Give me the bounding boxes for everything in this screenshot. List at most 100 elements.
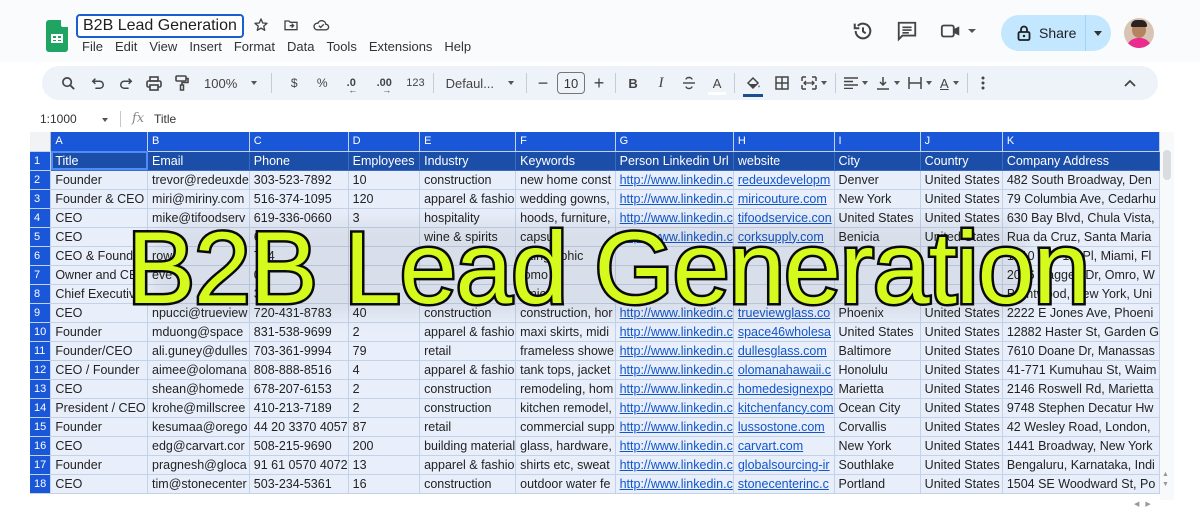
cell[interactable]: 1504 SE Woodward St, Po <box>1002 474 1160 494</box>
cell[interactable]: CEO / Founder <box>50 360 149 380</box>
column-header-a[interactable]: A <box>50 132 149 152</box>
link-cell[interactable]: homedesignexpo <box>733 379 835 399</box>
cell[interactable]: CEO <box>50 208 149 228</box>
cell[interactable]: 79 Columbia Ave, Cedarhu <box>1002 189 1160 209</box>
cell[interactable]: 703-361-9994 <box>249 341 349 361</box>
cell[interactable]: 482 South Broadway, Den <box>1002 170 1160 190</box>
text-wrapping-icon[interactable] <box>908 71 933 95</box>
header-cell[interactable]: Employees <box>348 151 421 171</box>
increase-font-size-button[interactable]: + <box>591 71 607 95</box>
cell[interactable]: 516-374-1095 <box>249 189 349 209</box>
bold-button[interactable]: B <box>624 71 642 95</box>
decrease-decimal-button[interactable]: .0 ← <box>340 71 362 95</box>
borders-icon[interactable] <box>773 71 791 95</box>
cell[interactable]: 42 Wesley Road, London, <box>1002 417 1160 437</box>
cell[interactable]: apparel & fashio <box>419 455 517 475</box>
cell[interactable]: CEO <box>50 227 149 247</box>
search-menus-icon[interactable] <box>58 71 78 95</box>
cell[interactable]: apparel & fashio <box>419 189 517 209</box>
cell[interactable]: 2 <box>348 398 421 418</box>
cell[interactable]: Founder <box>50 455 149 475</box>
comments-icon[interactable] <box>894 18 920 44</box>
header-cell[interactable]: Keywords <box>515 151 616 171</box>
font-family-select[interactable]: Defaul... <box>446 71 515 95</box>
cell[interactable]: CEO <box>50 436 149 456</box>
collapse-toolbar-icon[interactable] <box>1122 71 1138 95</box>
cell[interactable]: maxi skirts, midi <box>515 322 616 342</box>
cell[interactable]: trevor@redeuxde <box>147 170 250 190</box>
version-history-icon[interactable] <box>850 18 876 44</box>
row-header[interactable]: 12 <box>30 360 52 380</box>
column-header-i[interactable]: I <box>834 132 921 152</box>
row-header[interactable]: 15 <box>30 417 52 437</box>
link-cell[interactable]: http://www.linkedin.c <box>615 455 734 475</box>
row-header[interactable]: 14 <box>30 398 52 418</box>
cell[interactable]: construction <box>419 170 517 190</box>
header-cell[interactable]: Person Linkedin Url <box>615 151 734 171</box>
cell[interactable]: retail <box>419 417 517 437</box>
cell[interactable]: krohe@millscree <box>147 398 250 418</box>
merge-cells-icon[interactable] <box>801 71 828 95</box>
cell[interactable]: United States <box>920 360 1003 380</box>
cell[interactable]: United States <box>920 398 1003 418</box>
share-button[interactable]: Share <box>1001 15 1111 51</box>
cell[interactable]: 508-215-9690 <box>249 436 349 456</box>
cell[interactable]: United States <box>920 322 1003 342</box>
cell[interactable]: Portland <box>834 474 921 494</box>
cell[interactable]: New York <box>834 189 921 209</box>
cell[interactable]: CEO <box>50 474 149 494</box>
cell[interactable]: Chief Executive <box>50 284 149 304</box>
cell[interactable]: 10 <box>348 170 421 190</box>
menu-edit[interactable]: Edit <box>115 39 137 54</box>
text-color-button[interactable]: A <box>708 71 727 95</box>
cell[interactable]: wedding gowns, <box>515 189 616 209</box>
cell[interactable]: tank tops, jacket <box>515 360 616 380</box>
row-header[interactable]: 18 <box>30 474 52 494</box>
cell[interactable]: United States <box>920 474 1003 494</box>
cell[interactable]: Owner and CEO <box>50 265 149 285</box>
link-cell[interactable]: http://www.linkedin.c <box>615 322 734 342</box>
link-cell[interactable]: http://www.linkedin.c <box>615 360 734 380</box>
document-title-input[interactable]: B2B Lead Generation <box>76 14 244 38</box>
link-cell[interactable]: lussostone.com <box>733 417 835 437</box>
link-cell[interactable]: http://www.linkedin.c <box>615 379 734 399</box>
cell[interactable]: United States <box>920 436 1003 456</box>
row-header[interactable]: 8 <box>30 284 52 304</box>
cell[interactable]: United States <box>920 170 1003 190</box>
cell[interactable]: United States <box>834 322 921 342</box>
cell[interactable]: United States <box>920 189 1003 209</box>
row-header[interactable]: 13 <box>30 379 52 399</box>
cell[interactable]: President / CEO <box>50 398 149 418</box>
column-header-f[interactable]: F <box>515 132 616 152</box>
column-header-k[interactable]: K <box>1002 132 1160 152</box>
cell[interactable]: Founder <box>50 170 149 190</box>
cell[interactable]: new home const <box>515 170 616 190</box>
row-header[interactable]: 11 <box>30 341 52 361</box>
cell[interactable]: shirts etc, sweat <box>515 455 616 475</box>
cell[interactable]: Ocean City <box>834 398 921 418</box>
cell[interactable]: edg@carvart.cor <box>147 436 250 456</box>
cell[interactable]: 630 Bay Blvd, Chula Vista, <box>1002 208 1160 228</box>
meet-dropdown-caret-icon[interactable] <box>968 29 976 33</box>
share-dropdown-caret-icon[interactable] <box>1094 31 1102 36</box>
column-header-h[interactable]: H <box>733 132 835 152</box>
cell[interactable]: construction <box>419 474 517 494</box>
cell[interactable]: 120 <box>348 189 421 209</box>
strikethrough-icon[interactable] <box>680 71 698 95</box>
select-all-corner[interactable] <box>30 132 52 152</box>
cell[interactable]: shean@homede <box>147 379 250 399</box>
link-cell[interactable]: redeuxdevelopm <box>733 170 835 190</box>
print-icon[interactable] <box>144 71 164 95</box>
cell[interactable]: 41-771 Kumuhau St, Waim <box>1002 360 1160 380</box>
cell[interactable]: New York <box>834 436 921 456</box>
row-header[interactable]: 2 <box>30 170 52 190</box>
column-header-g[interactable]: G <box>615 132 734 152</box>
cell[interactable]: 16 <box>348 474 421 494</box>
cell[interactable]: 678-207-6153 <box>249 379 349 399</box>
cell[interactable]: 91 61 0570 4072 <box>249 455 349 475</box>
user-avatar[interactable] <box>1124 18 1154 48</box>
cell[interactable]: Bengaluru, Karnataka, Indi <box>1002 455 1160 475</box>
cell[interactable]: 831-538-9699 <box>249 322 349 342</box>
cell[interactable]: 410-213-7189 <box>249 398 349 418</box>
name-box-caret-icon[interactable] <box>102 118 108 122</box>
